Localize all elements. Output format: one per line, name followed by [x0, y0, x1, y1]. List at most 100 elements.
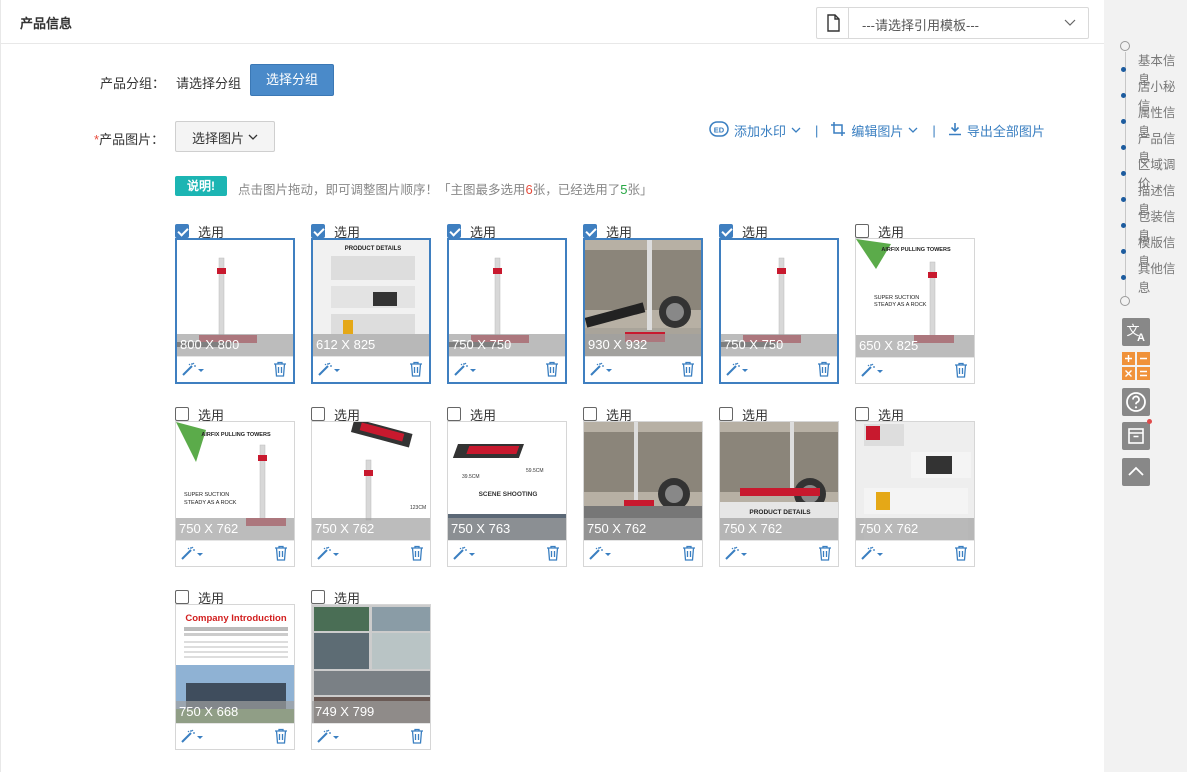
- image-card[interactable]: 选用 AIRFIX PULLING TOWERS SUPER SUCTION STE…: [175, 405, 295, 573]
- archive-icon[interactable]: [1122, 419, 1152, 450]
- product-image[interactable]: 750 X 750: [449, 240, 565, 356]
- magic-wand-icon[interactable]: [316, 729, 340, 746]
- product-image[interactable]: PRODUCT DETAILS 750 X 762: [720, 422, 838, 540]
- image-card[interactable]: 选用 123CM 750 X 762: [311, 405, 431, 573]
- image-card[interactable]: 选用 749 X 799: [311, 588, 431, 756]
- template-select[interactable]: ---请选择引用模板---: [816, 7, 1089, 39]
- magic-wand-icon[interactable]: [724, 546, 748, 563]
- help-icon[interactable]: [1122, 388, 1150, 416]
- image-card[interactable]: 选用 PRODUCT DETAILS 750 X 762: [719, 405, 839, 573]
- image-thumbnail[interactable]: 750 X 762: [583, 421, 703, 567]
- magic-wand-icon[interactable]: [588, 546, 612, 563]
- product-image[interactable]: PRODUCT DETAILS 612 X 825: [313, 240, 429, 356]
- side-nav-item[interactable]: 包装信息: [1121, 210, 1187, 243]
- select-group-button[interactable]: 选择分组: [250, 64, 334, 96]
- trash-icon[interactable]: [817, 361, 831, 380]
- image-card[interactable]: 选用 39.5CM 59.5CM SCENE SHOOTING 750 X 763: [447, 405, 567, 573]
- side-nav-item[interactable]: 其他信息: [1121, 262, 1187, 295]
- translate-icon[interactable]: 文A: [1122, 318, 1150, 346]
- select-checkbox[interactable]: [311, 590, 325, 604]
- magic-wand-icon[interactable]: [589, 362, 613, 379]
- edit-image-button[interactable]: 编辑图片: [830, 121, 918, 140]
- image-thumbnail[interactable]: 749 X 799: [311, 604, 431, 750]
- image-thumbnail[interactable]: 750 X 750: [447, 238, 567, 384]
- magic-wand-icon[interactable]: [453, 362, 477, 379]
- select-checkbox[interactable]: [311, 407, 325, 421]
- calculator-icon[interactable]: [1122, 352, 1150, 380]
- image-thumbnail[interactable]: Company Introduction 750 X 668: [175, 604, 295, 750]
- trash-icon[interactable]: [682, 545, 696, 564]
- image-thumbnail[interactable]: 750 X 750: [719, 238, 839, 384]
- product-image[interactable]: AIRFIX PULLING TOWERS SUPER SUCTION STEADY…: [856, 239, 974, 357]
- magic-wand-icon[interactable]: [725, 362, 749, 379]
- product-image[interactable]: Company Introduction 750 X 668: [176, 605, 294, 723]
- trash-icon[interactable]: [954, 545, 968, 564]
- select-checkbox[interactable]: [855, 224, 869, 238]
- magic-wand-icon[interactable]: [860, 546, 884, 563]
- side-nav-item[interactable]: 店小秘信: [1121, 80, 1187, 113]
- image-card[interactable]: 选用 750 X 750: [447, 222, 567, 390]
- image-thumbnail[interactable]: 930 X 932: [583, 238, 703, 384]
- image-thumbnail[interactable]: AIRFIX PULLING TOWERS SUPER SUCTION STEADY…: [855, 238, 975, 384]
- product-image[interactable]: 123CM 750 X 762: [312, 422, 430, 540]
- image-card[interactable]: 选用 750 X 750: [719, 222, 839, 390]
- magic-wand-icon[interactable]: [452, 546, 476, 563]
- trash-icon[interactable]: [273, 361, 287, 380]
- trash-icon[interactable]: [818, 545, 832, 564]
- trash-icon[interactable]: [274, 728, 288, 747]
- image-card[interactable]: 选用 930 X 932: [583, 222, 703, 390]
- image-card[interactable]: 选用 750 X 762: [855, 405, 975, 573]
- magic-wand-icon[interactable]: [180, 729, 204, 746]
- image-card[interactable]: 选用 PRODUCT DETAILS 612 X 825: [311, 222, 431, 390]
- trash-icon[interactable]: [409, 361, 423, 380]
- image-card[interactable]: 选用 Company Introduction 750 X 668: [175, 588, 295, 756]
- image-card[interactable]: 选用 750 X 762: [583, 405, 703, 573]
- image-thumbnail[interactable]: 123CM 750 X 762: [311, 421, 431, 567]
- product-image[interactable]: 749 X 799: [312, 605, 430, 723]
- trash-icon[interactable]: [681, 361, 695, 380]
- image-thumbnail[interactable]: AIRFIX PULLING TOWERS SUPER SUCTION STEADY…: [175, 421, 295, 567]
- magic-wand-icon[interactable]: [181, 362, 205, 379]
- select-checkbox[interactable]: [719, 407, 733, 421]
- image-thumbnail[interactable]: 39.5CM 59.5CM SCENE SHOOTING 750 X 763: [447, 421, 567, 567]
- product-image[interactable]: 800 X 800: [177, 240, 293, 356]
- image-thumbnail[interactable]: PRODUCT DETAILS 612 X 825: [311, 238, 431, 384]
- select-checkbox[interactable]: [175, 590, 189, 604]
- back-to-top-icon[interactable]: [1122, 458, 1150, 486]
- image-thumbnail[interactable]: 750 X 762: [855, 421, 975, 567]
- trash-icon[interactable]: [954, 362, 968, 381]
- product-image[interactable]: 39.5CM 59.5CM SCENE SHOOTING 750 X 763: [448, 422, 566, 540]
- magic-wand-icon[interactable]: [860, 363, 884, 380]
- magic-wand-icon[interactable]: [317, 362, 341, 379]
- select-checkbox[interactable]: [583, 407, 597, 421]
- trash-icon[interactable]: [410, 545, 424, 564]
- product-image[interactable]: 930 X 932: [585, 240, 701, 356]
- add-watermark-button[interactable]: ED 添加水印: [709, 120, 801, 140]
- trash-icon[interactable]: [410, 728, 424, 747]
- magic-wand-icon[interactable]: [316, 546, 340, 563]
- image-card[interactable]: 选用 AIRFIX PULLING TOWERS SUPER SUCTION STE…: [855, 222, 975, 390]
- export-all-images-button[interactable]: 导出全部图片: [948, 121, 1045, 140]
- product-image[interactable]: 750 X 762: [856, 422, 974, 540]
- product-image[interactable]: AIRFIX PULLING TOWERS SUPER SUCTION STEADY…: [176, 422, 294, 540]
- select-checkbox[interactable]: [855, 407, 869, 421]
- side-nav-item[interactable]: 区域调价: [1121, 158, 1187, 191]
- select-image-button[interactable]: 选择图片: [175, 121, 275, 152]
- select-checkbox[interactable]: [719, 224, 733, 238]
- image-thumbnail[interactable]: PRODUCT DETAILS 750 X 762: [719, 421, 839, 567]
- side-nav-item[interactable]: 产品信息: [1121, 132, 1187, 165]
- side-nav-item[interactable]: 模版信息: [1121, 236, 1187, 269]
- trash-icon[interactable]: [274, 545, 288, 564]
- image-card[interactable]: 选用 800 X 800: [175, 222, 295, 390]
- side-nav-item[interactable]: 描述信息: [1121, 184, 1187, 217]
- side-nav-item[interactable]: 基本信息: [1121, 54, 1187, 87]
- side-nav-item[interactable]: 属性信息: [1121, 106, 1187, 139]
- select-checkbox[interactable]: [447, 224, 461, 238]
- select-checkbox[interactable]: [175, 224, 189, 238]
- select-checkbox[interactable]: [175, 407, 189, 421]
- select-checkbox[interactable]: [583, 224, 597, 238]
- product-image[interactable]: 750 X 762: [584, 422, 702, 540]
- trash-icon[interactable]: [546, 545, 560, 564]
- magic-wand-icon[interactable]: [180, 546, 204, 563]
- select-checkbox[interactable]: [447, 407, 461, 421]
